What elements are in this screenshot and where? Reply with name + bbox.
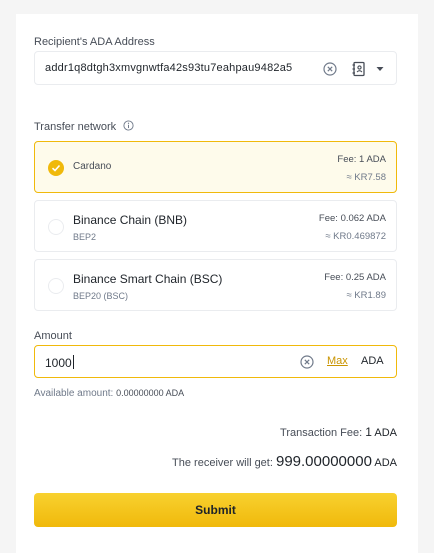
network-fee: Fee: 0.25 ADA [324, 272, 386, 283]
amount-label: Amount [34, 330, 72, 342]
network-fee-fiat: ≈ KR7.58 [346, 172, 386, 183]
clear-icon[interactable] [300, 355, 314, 369]
receive-unit: ADA [374, 457, 397, 469]
network-name: Binance Chain (BNB) [73, 213, 188, 227]
amount-value-text: 1000 [45, 356, 72, 370]
receive-value: 999.00000000 [275, 453, 372, 470]
clear-icon[interactable] [323, 62, 337, 76]
transaction-fee-value: 1 [365, 425, 372, 439]
available-value: 0.00000000 ADA [116, 388, 185, 398]
radio-icon [48, 278, 64, 294]
network-fee: Fee: 1 ADA [337, 154, 386, 165]
network-label: Transfer network [34, 120, 134, 133]
network-option-bsc[interactable]: Binance Smart Chain (BSC) BEP20 (BSC) Fe… [34, 259, 397, 311]
submit-button[interactable]: Submit [34, 493, 397, 527]
receive-label: The receiver will get: [172, 457, 273, 469]
check-icon [48, 160, 64, 176]
network-name: Binance Smart Chain (BSC) [73, 272, 223, 286]
transaction-fee-row: Transaction Fee: 1 ADA [280, 425, 397, 439]
network-fee: Fee: 0.062 ADA [318, 213, 386, 224]
text-cursor [72, 355, 74, 369]
max-button[interactable]: Max [327, 355, 348, 367]
network-fee-fiat: ≈ KR0.469872 [325, 231, 386, 242]
amount-unit: ADA [361, 355, 384, 367]
network-sub: BEP2 [73, 232, 97, 242]
receive-amount-row: The receiver will get: 999.00000000 ADA [172, 453, 397, 470]
network-sub: BEP20 (BSC) [73, 291, 129, 301]
info-icon[interactable] [123, 120, 134, 131]
amount-input[interactable]: 1000 Max ADA [34, 345, 397, 378]
address-book-icon[interactable] [351, 61, 367, 77]
available-label: Available amount: [34, 388, 114, 399]
available-amount: Available amount: 0.00000000 ADA [34, 388, 184, 399]
address-input[interactable]: addr1q8dtgh3xmvgnwtfa42s93tu7eahpau9482a… [34, 51, 397, 85]
withdraw-form: Recipient's ADA Address addr1q8dtgh3xmvg… [16, 14, 418, 553]
address-value: addr1q8dtgh3xmvgnwtfa42s93tu7eahpau9482a… [45, 62, 293, 74]
radio-icon [48, 219, 64, 235]
transaction-fee-unit: ADA [374, 427, 397, 439]
network-option-bnb[interactable]: Binance Chain (BNB) BEP2 Fee: 0.062 ADA … [34, 200, 397, 252]
caret-down-icon[interactable] [373, 62, 387, 76]
network-option-cardano[interactable]: Cardano Fee: 1 ADA ≈ KR7.58 [34, 141, 397, 193]
network-name: Cardano [73, 161, 112, 172]
transaction-fee-label: Transaction Fee: [280, 427, 363, 439]
network-fee-fiat: ≈ KR1.89 [346, 290, 386, 301]
amount-value: 1000 [45, 355, 74, 370]
network-label-text: Transfer network [34, 121, 117, 133]
address-label: Recipient's ADA Address [34, 36, 155, 48]
